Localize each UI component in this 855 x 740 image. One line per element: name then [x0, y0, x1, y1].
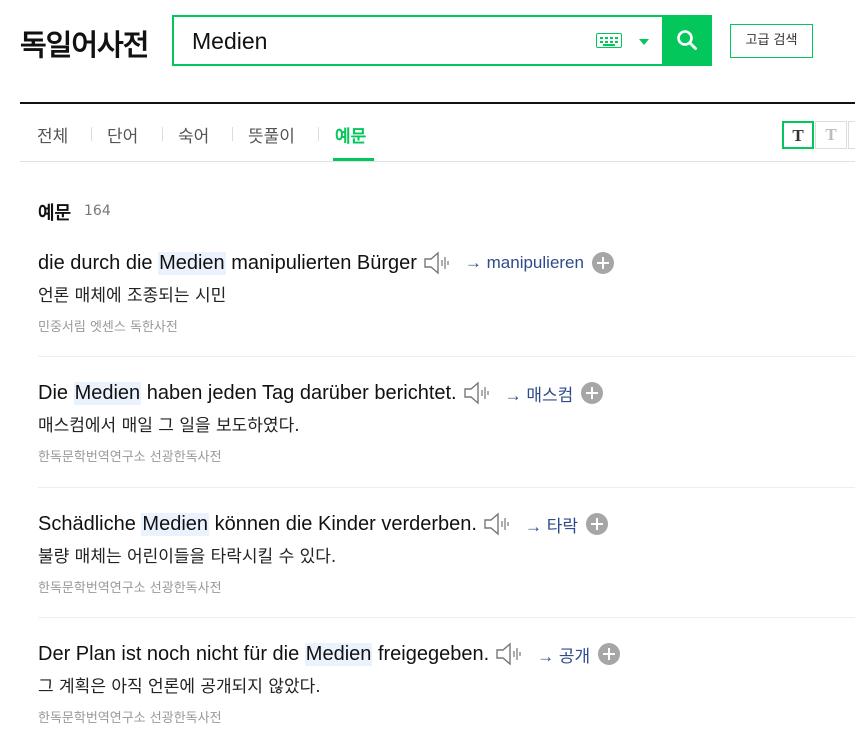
related-word-link[interactable]: → 타락	[525, 512, 578, 537]
tab-idioms[interactable]: 숙어	[178, 122, 209, 147]
add-wordbook-icon[interactable]	[598, 643, 621, 665]
tab-bar: 전체 단어 숙어 뜻풀이 예문	[20, 104, 855, 162]
caret-down-icon[interactable]	[639, 39, 649, 45]
tab-separator	[232, 127, 233, 141]
site-logo[interactable]: 독일어사전	[20, 22, 149, 64]
example-sentence: Die Medien haben jeden Tag darüber beric…	[38, 379, 604, 407]
add-wordbook-icon[interactable]	[581, 382, 604, 404]
search-input[interactable]	[192, 27, 582, 55]
example-source[interactable]: 한독문학번역연구소 선광한독사전	[38, 446, 222, 465]
font-size-toggle[interactable]	[848, 121, 855, 149]
related-word-link[interactable]: → manipulieren	[465, 253, 584, 273]
related-word-link[interactable]: → 매스컴	[505, 381, 574, 406]
sentence-text: die durch die	[38, 251, 159, 274]
speaker-icon[interactable]	[495, 642, 527, 666]
dictionary-page: 독일어사전 고급 검색 전체 단어 숙어 뜻풀이 예문 T T	[0, 0, 855, 740]
search-button[interactable]	[662, 15, 712, 66]
related-word-link[interactable]: → 공개	[537, 642, 590, 667]
example-source[interactable]: 민중서림 엣센스 독한사전	[38, 316, 178, 335]
tab-words[interactable]: 단어	[107, 122, 138, 147]
search-term-highlight: Medien	[73, 381, 142, 405]
search-term-highlight: Medien	[304, 642, 373, 666]
example-source[interactable]: 한독문학번역연구소 선광한독사전	[38, 577, 222, 596]
sentence-text: haben jeden Tag darüber berichtet.	[141, 381, 457, 404]
search-term-highlight: Medien	[158, 251, 226, 275]
tab-separator	[91, 127, 92, 141]
example-entry: die durch die Medien manipulierten Bürge…	[38, 249, 855, 379]
entry-divider	[38, 487, 855, 488]
sentence-text: freigegeben.	[372, 642, 490, 665]
example-translation: 매스컴에서 매일 그 일을 보도하였다.	[38, 416, 300, 436]
section-title: 예문	[38, 203, 72, 224]
example-entry: Schädliche Medien können die Kinder verd…	[38, 510, 855, 640]
tab-separator	[162, 127, 163, 141]
example-translation: 그 계획은 아직 언론에 공개되지 않았다.	[38, 677, 321, 697]
sentence-text: können die Kinder verderben.	[209, 512, 477, 535]
search-term-highlight: Medien	[141, 512, 210, 536]
add-wordbook-icon[interactable]	[586, 513, 608, 535]
magnifier-icon	[677, 30, 697, 50]
sentence-text: manipulierten Bürger	[225, 251, 417, 274]
font-sans-toggle[interactable]: T	[815, 121, 847, 149]
speaker-icon[interactable]	[483, 512, 515, 536]
tab-definitions[interactable]: 뜻풀이	[248, 122, 295, 147]
add-wordbook-icon[interactable]	[591, 252, 614, 274]
example-sentence: Schädliche Medien können die Kinder verd…	[38, 510, 608, 538]
section-count: 164	[84, 203, 111, 219]
sentence-text: Die	[38, 381, 74, 404]
font-serif-toggle[interactable]: T	[782, 121, 814, 149]
sentence-text: Der Plan ist noch nicht für die	[38, 642, 305, 665]
example-sentence: die durch die Medien manipulierten Bürge…	[38, 249, 614, 277]
advanced-search-button[interactable]: 고급 검색	[730, 24, 813, 58]
tabs-divider	[20, 161, 855, 162]
keyboard-icon[interactable]	[596, 33, 622, 48]
search-box	[172, 15, 712, 66]
example-entry: Der Plan ist noch nicht für die Medien f…	[38, 640, 855, 740]
entry-divider	[38, 617, 855, 618]
example-translation: 불량 매체는 어린이들을 타락시킬 수 있다.	[38, 547, 337, 567]
tab-separator	[318, 127, 319, 141]
sentence-text: Schädliche	[38, 512, 142, 535]
tab-all[interactable]: 전체	[37, 122, 68, 147]
tab-examples[interactable]: 예문	[335, 122, 366, 147]
example-sentence: Der Plan ist noch nicht für die Medien f…	[38, 640, 621, 668]
entry-divider	[38, 356, 855, 357]
example-translation: 언론 매체에 조종되는 시민	[38, 286, 227, 306]
speaker-icon[interactable]	[463, 381, 495, 405]
speaker-icon[interactable]	[423, 251, 455, 275]
example-source[interactable]: 한독문학번역연구소 선광한독사전	[38, 707, 222, 726]
example-entry: Die Medien haben jeden Tag darüber beric…	[38, 379, 855, 509]
